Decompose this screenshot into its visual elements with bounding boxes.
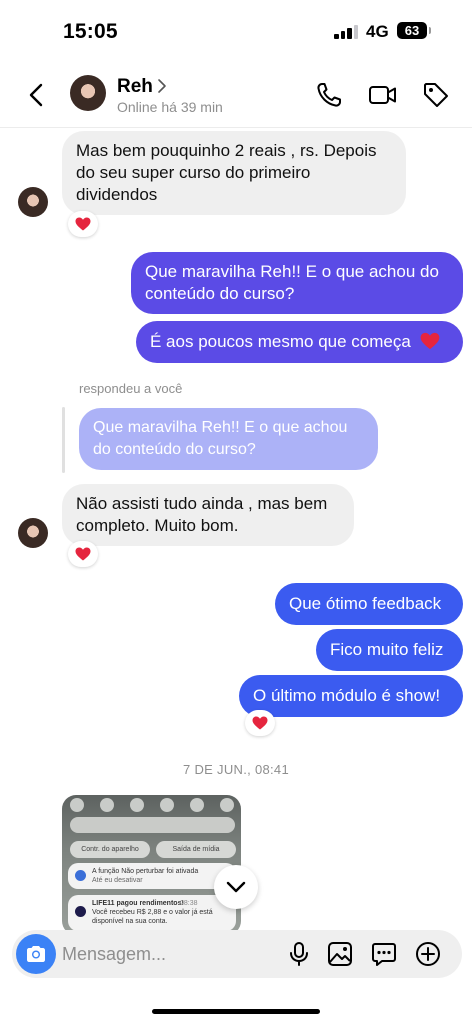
- reply-bar: [62, 407, 65, 473]
- shared-screenshot[interactable]: Contr. do aparelho Saída de mídia A funç…: [62, 795, 241, 935]
- camera-icon: [27, 946, 45, 962]
- heart-icon: [75, 217, 91, 231]
- contact-mini-avatar: [18, 187, 48, 217]
- reply-label: respondeu a você: [79, 381, 183, 396]
- device-control-pill: Contr. do aparelho: [70, 841, 150, 858]
- tag-icon[interactable]: [421, 80, 451, 110]
- back-icon[interactable]: [22, 80, 52, 110]
- incoming-message[interactable]: Não assisti tudo ainda , mas bem complet…: [62, 484, 354, 546]
- heart-reaction[interactable]: [68, 211, 98, 237]
- network-type: 4G: [366, 22, 389, 41]
- quick-settings-row: [70, 798, 234, 812]
- plus-circle-icon[interactable]: [414, 940, 442, 968]
- outgoing-message[interactable]: O último módulo é show!: [239, 675, 463, 717]
- status-time: 15:05: [63, 20, 118, 43]
- chat-header: Reh Online há 39 min: [0, 62, 472, 128]
- gallery-icon[interactable]: [326, 940, 354, 968]
- outgoing-message[interactable]: Que maravilha Reh!! E o que achou do con…: [131, 252, 463, 314]
- camera-button[interactable]: [16, 934, 56, 974]
- heart-reaction[interactable]: [68, 541, 98, 567]
- outgoing-message[interactable]: É aos poucos mesmo que começa: [136, 321, 463, 363]
- chevron-right-icon[interactable]: [157, 78, 167, 94]
- contact-avatar[interactable]: [70, 75, 106, 111]
- contact-name[interactable]: Reh: [117, 76, 153, 98]
- quoted-message[interactable]: Que maravilha Reh!! E o que achou do con…: [79, 408, 378, 470]
- presence-status: Online há 39 min: [117, 99, 223, 115]
- home-indicator: [152, 1009, 320, 1014]
- chevron-down-icon: [226, 881, 246, 893]
- heart-emoji-icon: [420, 332, 439, 350]
- contact-mini-avatar: [18, 518, 48, 548]
- scroll-to-bottom-button[interactable]: [214, 865, 258, 909]
- notification-card: A função Não perturbar foi ativada Até e…: [68, 863, 236, 889]
- battery-icon: 63: [397, 22, 431, 39]
- media-output-pill: Saída de mídia: [156, 841, 236, 858]
- incoming-message[interactable]: Mas bem pouquinho 2 reais , rs. Depois d…: [62, 131, 406, 215]
- signal-icon: [334, 25, 360, 39]
- notification-card: LIFE11 pagou rendimentos! 08:38 Você rec…: [68, 895, 236, 931]
- heart-icon: [75, 547, 91, 561]
- phone-icon[interactable]: [314, 80, 344, 110]
- outgoing-message[interactable]: Fico muito feliz: [316, 629, 463, 671]
- brightness-slider: [70, 817, 235, 833]
- outgoing-message[interactable]: Que ótimo feedback: [275, 583, 463, 625]
- date-separator: 7 DE JUN., 08:41: [183, 762, 289, 777]
- message-input[interactable]: [62, 940, 262, 968]
- microphone-icon[interactable]: [285, 940, 313, 968]
- sticker-chat-icon[interactable]: [370, 940, 398, 968]
- heart-reaction[interactable]: [245, 710, 275, 736]
- heart-icon: [252, 716, 268, 730]
- status-bar: 15:05 4G 63: [0, 0, 472, 62]
- message-composer: [12, 930, 462, 978]
- video-call-icon[interactable]: [368, 80, 398, 110]
- message-text: É aos poucos mesmo que começa: [150, 332, 411, 351]
